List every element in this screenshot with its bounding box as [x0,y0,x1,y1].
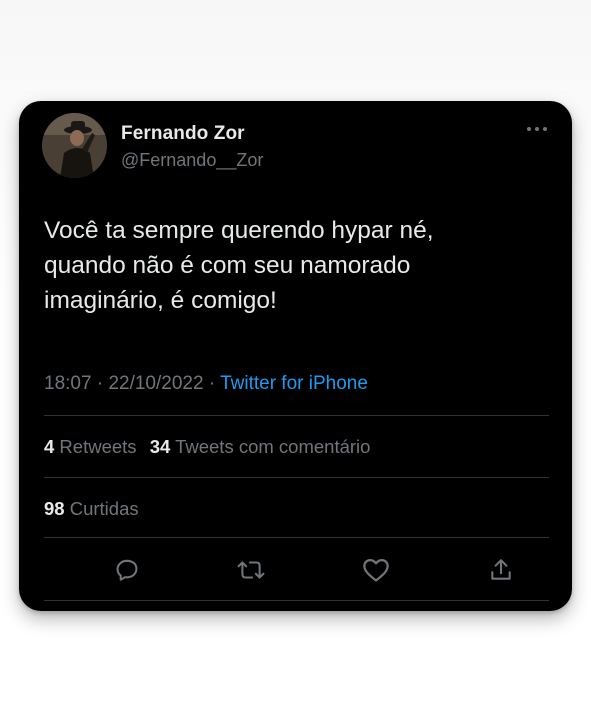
reply-button[interactable] [110,553,144,587]
retweets-stat[interactable]: 4 Retweets [44,436,137,457]
quotes-count: 34 [149,436,171,457]
more-icon [527,127,547,131]
action-bar [44,553,549,587]
quotes-stat[interactable]: 34 Tweets com comentário [150,436,371,457]
like-button[interactable] [359,553,393,587]
tweet-source-link[interactable]: Twitter for iPhone [220,373,368,394]
more-options-button[interactable] [526,123,548,133]
likes-stat[interactable]: 98 Curtidas [44,498,139,520]
heart-icon [363,558,389,582]
retweets-label: Retweets [54,436,137,457]
retweet-icon [237,561,265,579]
user-handle[interactable]: @Fernando__Zor [121,150,263,171]
reply-icon [116,559,138,581]
display-name[interactable]: Fernando Zor [121,123,245,145]
engagement-stats: 4 Retweets 34 Tweets com comentário [44,436,370,458]
divider [44,537,549,538]
tweet-time[interactable]: 18:07 [44,373,92,394]
tweet-meta: 18:07 · 22/10/2022 · Twitter for iPhone [44,373,368,395]
retweets-count: 4 [44,436,55,457]
quotes-label: Tweets com comentário [170,436,371,457]
tweet-date[interactable]: 22/10/2022 [108,373,203,394]
meta-separator: · [203,373,221,394]
bottom-divider [44,600,549,601]
avatar[interactable] [42,113,107,178]
tweet-card: Fernando Zor @Fernando__Zor Você ta semp… [19,101,572,611]
likes-count: 98 [44,498,65,519]
divider [44,477,549,478]
share-button[interactable] [484,553,518,587]
retweet-button[interactable] [234,553,268,587]
divider [44,415,549,416]
meta-separator: · [91,373,109,394]
likes-label: Curtidas [64,498,139,519]
avatar-photo [42,113,107,178]
share-icon [491,559,511,580]
tweet-text: Você ta sempre querendo hypar né, quando… [44,217,434,314]
